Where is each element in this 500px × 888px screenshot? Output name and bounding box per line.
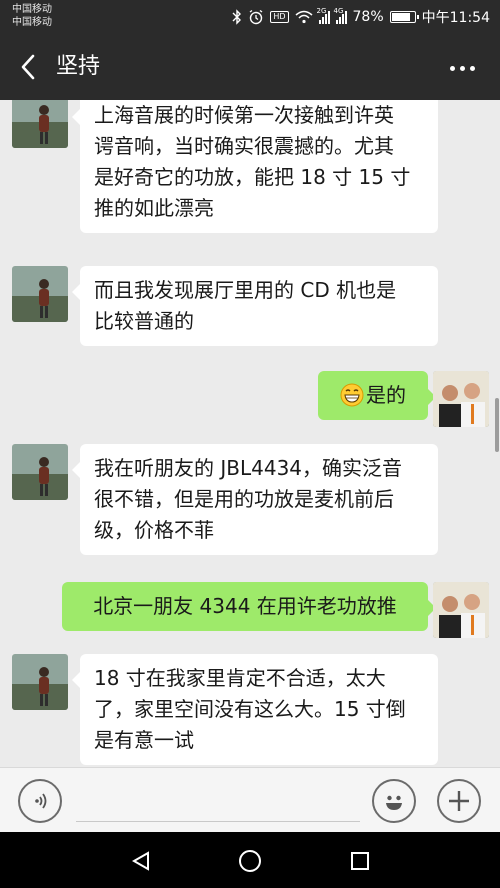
message-bubble-incoming[interactable]: 18 寸在我家里肯定不合适，太大 了，家里空间没有这么大。15 寸倒 是有意一试 <box>72 654 438 765</box>
clock: 中午11:54 <box>421 10 490 26</box>
carrier-label-1: 中国移动 <box>12 4 52 15</box>
message-line: 级，价格不菲 <box>94 518 214 542</box>
message-line: 很不错，但是用的功放是麦机前后 <box>94 487 394 511</box>
network-type-2: 4G <box>333 6 344 15</box>
message-bubble-incoming[interactable]: 而且我发现展厅里用的 CD 机也是 比较普通的 <box>72 266 438 346</box>
plus-button[interactable] <box>437 779 481 823</box>
alarm-icon <box>248 9 264 25</box>
contact-avatar[interactable] <box>12 100 68 148</box>
my-avatar-image <box>433 582 489 638</box>
chat-header: 坚持 <box>0 34 500 100</box>
nav-back-button[interactable] <box>126 846 156 876</box>
message-line: 上海音展的时候第一次接触到许英 <box>94 103 394 127</box>
contact-avatar[interactable] <box>12 444 68 500</box>
more-icon <box>449 65 455 71</box>
voice-button[interactable] <box>18 779 62 823</box>
back-triangle-icon <box>131 851 149 871</box>
bluetooth-icon <box>232 9 242 25</box>
message-text: 北京一朋友 4344 在用许老功放推 <box>93 594 397 618</box>
grin-emoji-icon <box>340 383 364 407</box>
my-avatar[interactable] <box>433 582 489 638</box>
message-line: 18 寸在我家里肯定不合适，太大 <box>94 666 386 690</box>
chat-title: 坚持 <box>56 54 101 79</box>
message-line: 是好奇它的功放，能把 18 寸 15 寸 <box>94 165 411 189</box>
chevron-left-icon <box>21 54 35 80</box>
contact-avatar-image <box>12 100 68 148</box>
input-bar <box>0 767 500 832</box>
carrier-label-2: 中国移动 <box>12 17 52 28</box>
voice-icon <box>35 793 47 809</box>
message-bubble-outgoing[interactable]: 北京一朋友 4344 在用许老功放推 <box>62 582 436 631</box>
status-bar: 中国移动 中国移动 HD 2G 4G 78% 中午11:54 <box>0 0 500 34</box>
message-text: 是的 <box>366 383 406 407</box>
message-bubble-incoming[interactable]: 我在听朋友的 JBL4434，确实泛音 很不错，但是用的功放是麦机前后 级，价格… <box>72 444 438 555</box>
nav-home-button[interactable] <box>235 846 265 876</box>
signal-icon-1: 2G <box>317 7 330 24</box>
my-avatar[interactable] <box>433 371 489 427</box>
status-icons: HD 2G 4G 78% 中午11:54 <box>232 7 490 27</box>
network-type-1: 2G <box>316 6 327 15</box>
emoji-icon <box>386 795 402 810</box>
message-line: 我在听朋友的 JBL4434，确实泛音 <box>94 456 403 480</box>
back-button[interactable] <box>12 51 44 83</box>
home-circle-icon <box>239 850 261 872</box>
chat-area[interactable]: 上海音展的时候第一次接触到许英 谔音响，当时确实很震撼的。尤其 是好奇它的功放，… <box>0 100 500 767</box>
message-line: 而且我发现展厅里用的 CD 机也是 <box>94 278 397 302</box>
message-bubble-incoming[interactable]: 上海音展的时候第一次接触到许英 谔音响，当时确实很震撼的。尤其 是好奇它的功放，… <box>72 100 438 233</box>
more-button[interactable] <box>446 56 478 80</box>
contact-avatar-image <box>12 266 68 322</box>
message-line: 是有意一试 <box>94 728 194 752</box>
message-bubble-outgoing[interactable]: 是的 <box>318 371 436 420</box>
chat-scrollbar[interactable] <box>495 398 499 452</box>
contact-avatar[interactable] <box>12 266 68 322</box>
signal-icon-2: 4G <box>334 7 347 24</box>
recents-square-icon <box>351 852 369 870</box>
battery-icon <box>389 11 419 23</box>
contact-avatar-image <box>12 654 68 710</box>
nav-recents-button[interactable] <box>345 846 375 876</box>
message-input[interactable] <box>76 786 360 822</box>
message-line: 推的如此漂亮 <box>94 196 214 220</box>
plus-icon <box>449 791 469 811</box>
wifi-icon <box>295 10 313 24</box>
contact-avatar[interactable] <box>12 654 68 710</box>
message-line: 谔音响，当时确实很震撼的。尤其 <box>94 134 394 158</box>
hd-icon: HD <box>270 11 289 23</box>
battery-percent: 78% <box>352 9 384 25</box>
message-line: 比较普通的 <box>94 309 194 333</box>
message-line: 了，家里空间没有这么大。15 寸倒 <box>94 697 406 721</box>
my-avatar-image <box>433 371 489 427</box>
emoji-button[interactable] <box>372 779 416 823</box>
contact-avatar-image <box>12 444 68 500</box>
system-nav-bar <box>0 832 500 888</box>
